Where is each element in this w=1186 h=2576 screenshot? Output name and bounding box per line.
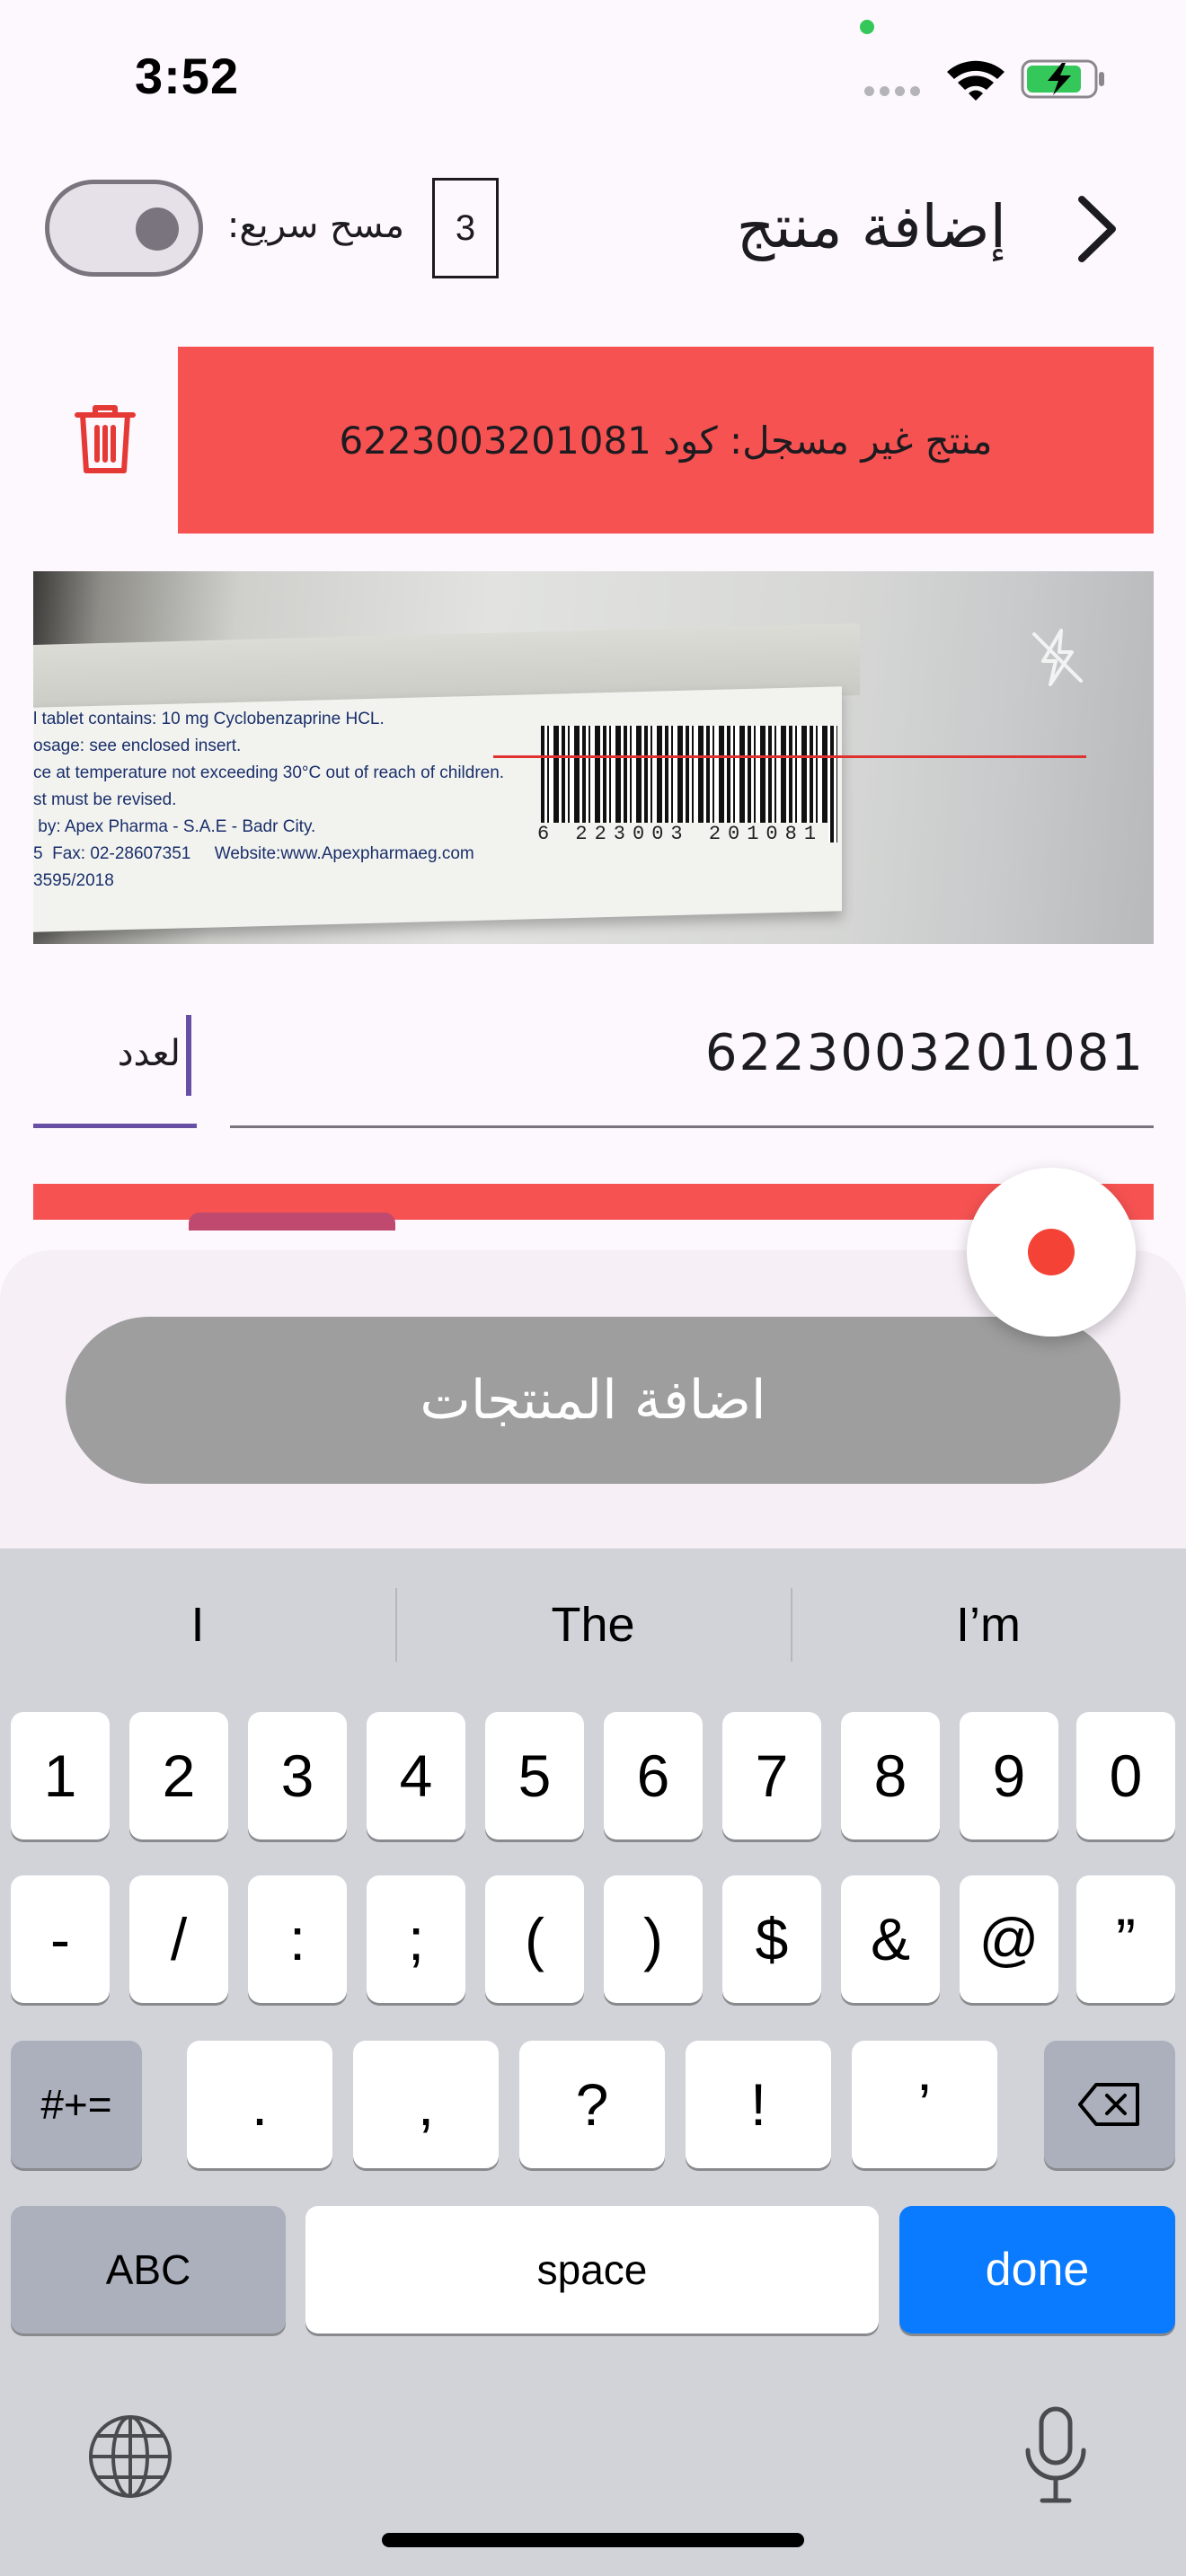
key-3[interactable]: 3 [248, 1712, 347, 1839]
key-slash[interactable]: / [129, 1875, 228, 2003]
key-colon[interactable]: : [248, 1875, 347, 2003]
delete-key[interactable] [1044, 2041, 1175, 2168]
key-ampersand[interactable]: & [841, 1875, 940, 2003]
toggle-knob [136, 207, 179, 251]
package-text: l tablet contains: 10 mg Cyclobenzaprine… [33, 710, 505, 890]
space-key[interactable]: space [305, 2206, 879, 2333]
back-chevron-icon[interactable] [1060, 189, 1132, 269]
keyboard-suggestions: I The I’m [0, 1548, 1186, 1701]
key-8[interactable]: 8 [841, 1712, 940, 1839]
page-title: إضافة منتج [736, 192, 1006, 261]
backspace-icon [1078, 2083, 1139, 2126]
key-exclamation[interactable]: ! [686, 2041, 831, 2168]
unregistered-product-banner: منتج غير مسجل: كود 6223003201081 [178, 347, 1154, 534]
key-question[interactable]: ? [519, 2041, 665, 2168]
key-1[interactable]: 1 [11, 1712, 110, 1839]
key-comma[interactable]: , [353, 2041, 499, 2168]
key-apostrophe[interactable]: ’ [852, 2041, 997, 2168]
key-close-paren[interactable]: ) [604, 1875, 703, 2003]
key-period[interactable]: . [187, 2041, 332, 2168]
battery-charging-icon [1021, 59, 1104, 99]
barcode-input[interactable]: 6223003201081 [230, 1006, 1154, 1128]
home-indicator [382, 2533, 804, 2547]
barcode-input-value: 6223003201081 [704, 1024, 1145, 1082]
record-icon [1028, 1229, 1075, 1275]
quantity-input-label: لعدد [117, 1033, 181, 1074]
done-key[interactable]: done [899, 2206, 1175, 2333]
suggestion-item[interactable]: The [395, 1548, 791, 1701]
quick-scan-toggle[interactable] [45, 180, 203, 277]
key-9[interactable]: 9 [960, 1712, 1058, 1839]
quick-scan-label: مسح سريع: [226, 205, 404, 246]
key-abc[interactable]: ABC [11, 2206, 286, 2333]
key-7[interactable]: 7 [722, 1712, 821, 1839]
key-5[interactable]: 5 [485, 1712, 584, 1839]
key-dollar[interactable]: $ [722, 1875, 821, 2003]
scanned-count-badge: 3 [432, 178, 499, 278]
flash-off-icon[interactable] [1025, 625, 1090, 690]
scan-line [493, 755, 1086, 758]
key-0[interactable]: 0 [1076, 1712, 1175, 1839]
trash-icon[interactable] [72, 401, 138, 476]
cellular-signal-icon [864, 86, 920, 96]
globe-icon[interactable] [81, 2407, 180, 2506]
key-hyphen[interactable]: - [11, 1875, 110, 2003]
barcode-digits: 6 223003 201081 [532, 823, 829, 845]
wifi-icon [947, 60, 1005, 101]
key-6[interactable]: 6 [604, 1712, 703, 1839]
status-time: 3:52 [135, 48, 240, 104]
microphone-icon[interactable] [1015, 2404, 1096, 2510]
record-button[interactable] [967, 1168, 1136, 1337]
quantity-input[interactable]: لعدد [33, 1006, 197, 1128]
add-products-button[interactable]: اضافة المنتجات [66, 1317, 1120, 1484]
key-semicolon[interactable]: ; [367, 1875, 465, 2003]
key-4[interactable]: 4 [367, 1712, 465, 1839]
text-cursor [186, 1015, 191, 1096]
key-at[interactable]: @ [960, 1875, 1058, 2003]
key-more-symbols[interactable]: #+= [11, 2041, 142, 2168]
key-quote[interactable]: ” [1076, 1875, 1175, 2003]
suggestion-item[interactable]: I [0, 1548, 395, 1701]
key-open-paren[interactable]: ( [485, 1875, 584, 2003]
barcode-camera-preview[interactable]: l tablet contains: 10 mg Cyclobenzaprine… [33, 571, 1154, 944]
suggestion-item[interactable]: I’m [791, 1548, 1186, 1701]
camera-in-use-indicator [860, 20, 874, 34]
product-list-item-chip [189, 1213, 395, 1231]
key-2[interactable]: 2 [129, 1712, 228, 1839]
